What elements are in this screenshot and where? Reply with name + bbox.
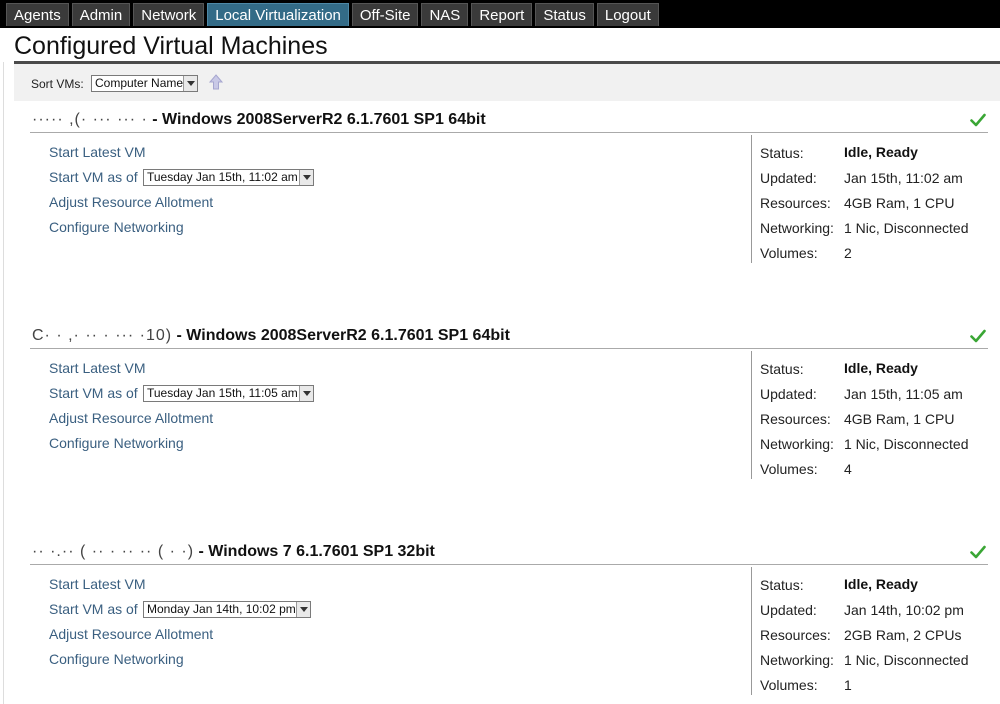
networking-value: 1 Nic, Disconnected bbox=[844, 652, 969, 668]
vm-title: ·· ·.·· ( ·· · ·· ·· ( · ·) - Windows 7 … bbox=[32, 543, 435, 561]
info-divider bbox=[751, 351, 752, 479]
volumes-label: Volumes: bbox=[760, 245, 818, 261]
vm-card: ····· ,(· ··· ··· · - Windows 2008Server… bbox=[0, 111, 1000, 291]
volumes-value: 1 bbox=[844, 677, 852, 693]
sort-label: Sort VMs: bbox=[31, 77, 84, 91]
status-value: Idle, Ready bbox=[844, 576, 918, 592]
tab-local-virtualization[interactable]: Local Virtualization bbox=[207, 3, 349, 26]
status-label: Status: bbox=[760, 145, 804, 161]
chevron-down-icon[interactable] bbox=[183, 76, 197, 91]
resources-value: 2GB Ram, 2 CPUs bbox=[844, 627, 962, 643]
vm-name-redacted: ·· ·.·· ( ·· · ·· ·· ( · ·) bbox=[32, 543, 195, 560]
top-nav: Agents Admin Network Local Virtualizatio… bbox=[0, 0, 1000, 28]
networking-label: Networking: bbox=[760, 220, 834, 236]
start-vm-as-of-link[interactable]: Start VM as of bbox=[49, 169, 138, 185]
page-title: Configured Virtual Machines bbox=[14, 32, 328, 60]
tab-logout[interactable]: Logout bbox=[596, 3, 659, 26]
status-value: Idle, Ready bbox=[844, 360, 918, 376]
volumes-label: Volumes: bbox=[760, 677, 818, 693]
vm-card: C· · ,· ·· · ··· ·10) - Windows 2008Serv… bbox=[0, 327, 1000, 507]
snapshot-select-value: Tuesday Jan 15th, 11:05 am bbox=[147, 386, 298, 400]
configure-networking-link[interactable]: Configure Networking bbox=[49, 651, 184, 667]
sort-select[interactable]: Computer Name bbox=[91, 75, 198, 92]
vm-title: C· · ,· ·· · ··· ·10) - Windows 2008Serv… bbox=[32, 327, 510, 345]
updated-label: Updated: bbox=[760, 386, 817, 402]
vm-divider bbox=[30, 564, 988, 565]
info-divider bbox=[751, 135, 752, 263]
adjust-resource-allotment-link[interactable]: Adjust Resource Allotment bbox=[49, 410, 213, 426]
updated-value: Jan 14th, 10:02 pm bbox=[844, 602, 964, 618]
tab-status[interactable]: Status bbox=[535, 3, 594, 26]
resources-value: 4GB Ram, 1 CPU bbox=[844, 195, 955, 211]
networking-value: 1 Nic, Disconnected bbox=[844, 436, 969, 452]
snapshot-select-value: Tuesday Jan 15th, 11:02 am bbox=[147, 170, 298, 184]
volumes-label: Volumes: bbox=[760, 461, 818, 477]
adjust-resource-allotment-link[interactable]: Adjust Resource Allotment bbox=[49, 194, 213, 210]
vm-divider bbox=[30, 348, 988, 349]
tab-report[interactable]: Report bbox=[471, 3, 533, 26]
snapshot-select[interactable]: Tuesday Jan 15th, 11:02 am bbox=[143, 169, 314, 186]
start-latest-vm-link[interactable]: Start Latest VM bbox=[49, 360, 145, 376]
updated-value: Jan 15th, 11:02 am bbox=[844, 170, 963, 186]
check-icon bbox=[970, 113, 986, 127]
tab-nas[interactable]: NAS bbox=[421, 3, 469, 26]
tab-admin[interactable]: Admin bbox=[71, 3, 131, 26]
chevron-down-icon[interactable] bbox=[296, 602, 310, 617]
sort-select-value: Computer Name bbox=[95, 76, 184, 90]
snapshot-select-value: Monday Jan 14th, 10:02 pm bbox=[147, 602, 296, 616]
chevron-down-icon[interactable] bbox=[299, 386, 313, 401]
networking-value: 1 Nic, Disconnected bbox=[844, 220, 969, 236]
start-vm-as-of-link[interactable]: Start VM as of bbox=[49, 385, 138, 401]
vm-os: - Windows 2008ServerR2 6.1.7601 SP1 64bi… bbox=[152, 111, 486, 128]
tab-agents[interactable]: Agents bbox=[6, 3, 69, 26]
vm-os: - Windows 2008ServerR2 6.1.7601 SP1 64bi… bbox=[176, 327, 510, 344]
start-vm-as-of-link[interactable]: Start VM as of bbox=[49, 601, 138, 617]
vm-name-redacted: C· · ,· ·· · ··· ·10) bbox=[32, 327, 173, 344]
vm-card: ·· ·.·· ( ·· · ·· ·· ( · ·) - Windows 7 … bbox=[0, 543, 1000, 704]
vm-os: - Windows 7 6.1.7601 SP1 32bit bbox=[198, 543, 435, 560]
tab-network[interactable]: Network bbox=[133, 3, 205, 26]
up-arrow-icon[interactable] bbox=[207, 73, 225, 91]
vm-divider bbox=[30, 132, 988, 133]
nav-tabs: Agents Admin Network Local Virtualizatio… bbox=[6, 3, 659, 26]
resources-value: 4GB Ram, 1 CPU bbox=[844, 411, 955, 427]
chevron-down-icon[interactable] bbox=[299, 170, 313, 185]
info-divider bbox=[751, 567, 752, 695]
snapshot-select[interactable]: Tuesday Jan 15th, 11:05 am bbox=[143, 385, 314, 402]
configure-networking-link[interactable]: Configure Networking bbox=[49, 435, 184, 451]
updated-label: Updated: bbox=[760, 602, 817, 618]
vm-name-redacted: ····· ,(· ··· ··· · bbox=[32, 111, 148, 128]
status-value: Idle, Ready bbox=[844, 144, 918, 160]
updated-label: Updated: bbox=[760, 170, 817, 186]
networking-label: Networking: bbox=[760, 652, 834, 668]
adjust-resource-allotment-link[interactable]: Adjust Resource Allotment bbox=[49, 626, 213, 642]
snapshot-select[interactable]: Monday Jan 14th, 10:02 pm bbox=[143, 601, 311, 618]
sort-toolbar: Sort VMs: Computer Name bbox=[14, 64, 1000, 101]
vm-title: ····· ,(· ··· ··· · - Windows 2008Server… bbox=[32, 111, 486, 129]
resources-label: Resources: bbox=[760, 411, 831, 427]
volumes-value: 2 bbox=[844, 245, 852, 261]
volumes-value: 4 bbox=[844, 461, 852, 477]
updated-value: Jan 15th, 11:05 am bbox=[844, 386, 963, 402]
resources-label: Resources: bbox=[760, 195, 831, 211]
status-label: Status: bbox=[760, 577, 804, 593]
tab-off-site[interactable]: Off-Site bbox=[351, 3, 419, 26]
resources-label: Resources: bbox=[760, 627, 831, 643]
check-icon bbox=[970, 545, 986, 559]
start-latest-vm-link[interactable]: Start Latest VM bbox=[49, 144, 145, 160]
start-latest-vm-link[interactable]: Start Latest VM bbox=[49, 576, 145, 592]
networking-label: Networking: bbox=[760, 436, 834, 452]
status-label: Status: bbox=[760, 361, 804, 377]
check-icon bbox=[970, 329, 986, 343]
configure-networking-link[interactable]: Configure Networking bbox=[49, 219, 184, 235]
